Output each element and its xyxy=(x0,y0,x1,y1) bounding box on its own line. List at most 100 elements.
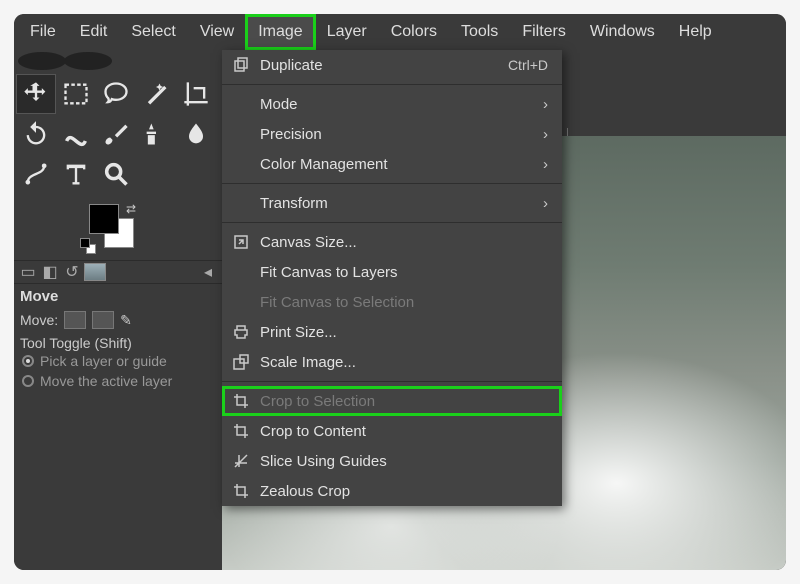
blank-icon xyxy=(232,194,250,212)
menu-filters[interactable]: Filters xyxy=(510,15,578,49)
blank-icon xyxy=(232,155,250,173)
toolbox-decor xyxy=(14,50,222,72)
menu-item-crop-to-selection: Crop to Selection xyxy=(222,386,562,416)
tab-menu-icon[interactable]: ◂ xyxy=(198,262,218,282)
menu-item-label: Transform xyxy=(260,195,533,212)
menu-item-canvas-size[interactable]: Canvas Size... xyxy=(222,227,562,257)
blank-icon xyxy=(232,263,250,281)
menu-item-mode[interactable]: Mode › xyxy=(222,89,562,119)
undo-history-tab-icon[interactable]: ↺ xyxy=(62,262,82,282)
left-panel: ⇄ ▭ ◧ ↺ ◂ Move Move: ✎ Tool Toggle (Shif… xyxy=(14,50,222,570)
menu-item-label: Zealous Crop xyxy=(260,483,548,500)
move-mode-path-button[interactable]: ✎ xyxy=(120,312,132,329)
submenu-arrow-icon: › xyxy=(543,156,548,173)
menu-edit[interactable]: Edit xyxy=(68,15,120,49)
app-frame: FileEditSelectViewImageLayerColorsToolsF… xyxy=(14,14,786,570)
submenu-arrow-icon: › xyxy=(543,96,548,113)
duplicate-icon xyxy=(232,56,250,74)
menu-item-label: Crop to Selection xyxy=(260,393,548,410)
move-mode-selection-button[interactable] xyxy=(92,311,114,329)
submenu-arrow-icon: › xyxy=(543,195,548,212)
menu-item-label: Slice Using Guides xyxy=(260,453,548,470)
tool-options-title: Move xyxy=(14,284,222,307)
smudge-tool[interactable] xyxy=(176,114,216,154)
menu-item-label: Duplicate xyxy=(260,57,498,74)
blank-icon xyxy=(232,125,250,143)
menu-item-precision[interactable]: Precision› xyxy=(222,119,562,149)
rotate-tool[interactable] xyxy=(16,114,56,154)
menu-item-scale-image[interactable]: Scale Image... xyxy=(222,347,562,377)
device-status-tab-icon[interactable]: ◧ xyxy=(40,262,60,282)
menu-item-slice-using-guides[interactable]: Slice Using Guides xyxy=(222,446,562,476)
menu-item-accel: Ctrl+D xyxy=(508,57,548,73)
tool-options-tab-icon[interactable]: ▭ xyxy=(18,262,38,282)
toolbox xyxy=(14,72,222,200)
paintbrush-tool[interactable] xyxy=(96,114,136,154)
canvas-size-icon xyxy=(232,233,250,251)
move-radio-1[interactable]: Move the active layer xyxy=(14,371,222,391)
radio-icon xyxy=(22,355,34,367)
menu-item-label: Fit Canvas to Selection xyxy=(260,294,548,311)
image-menu-dropdown: DuplicateCtrl+DMode›Precision›Color Mana… xyxy=(222,50,562,506)
scale-image-icon xyxy=(232,353,250,371)
tool-options-move-row: Move: ✎ xyxy=(14,307,222,333)
text-tool[interactable] xyxy=(56,154,96,194)
menu-view[interactable]: View xyxy=(188,15,246,49)
tool-toggle-label: Tool Toggle (Shift) xyxy=(14,333,222,351)
ruler-minor-tick xyxy=(567,128,568,136)
menu-item-crop-to-content[interactable]: Crop to Content xyxy=(222,416,562,446)
menu-item-transform[interactable]: Transform › xyxy=(222,188,562,218)
foreground-color-swatch[interactable] xyxy=(89,204,119,234)
menu-windows[interactable]: Windows xyxy=(578,15,667,49)
color-swatch-area: ⇄ xyxy=(14,200,222,260)
move-row-label: Move: xyxy=(20,312,58,328)
menu-item-label: Crop to Content xyxy=(260,423,548,440)
clone-tool[interactable] xyxy=(136,114,176,154)
menu-file[interactable]: File xyxy=(18,15,68,49)
crop-tool[interactable] xyxy=(176,74,216,114)
radio-label: Move the active layer xyxy=(40,373,172,389)
menu-item-label: Color Management xyxy=(260,156,533,173)
menu-item-label: Canvas Size... xyxy=(260,234,548,251)
move-mode-layer-button[interactable] xyxy=(64,311,86,329)
paths-tool[interactable] xyxy=(16,154,56,194)
menu-item-color-management[interactable]: Color Management › xyxy=(222,149,562,179)
menu-help[interactable]: Help xyxy=(667,15,724,49)
menu-layer[interactable]: Layer xyxy=(315,15,379,49)
blank-icon xyxy=(232,293,250,311)
menu-item-label: Mode xyxy=(260,96,533,113)
radio-icon xyxy=(22,375,34,387)
swap-colors-icon[interactable]: ⇄ xyxy=(126,202,136,216)
default-colors-icon[interactable] xyxy=(80,238,90,248)
menu-select[interactable]: Select xyxy=(119,15,187,49)
menu-colors[interactable]: Colors xyxy=(379,15,449,49)
menu-item-label: Print Size... xyxy=(260,324,548,341)
menu-item-fit-canvas-to-layers[interactable]: Fit Canvas to Layers xyxy=(222,257,562,287)
menu-item-label: Scale Image... xyxy=(260,354,548,371)
menu-image[interactable]: Image xyxy=(246,15,314,49)
menubar: FileEditSelectViewImageLayerColorsToolsF… xyxy=(14,14,786,50)
print-size-icon xyxy=(232,323,250,341)
zoom-tool[interactable] xyxy=(96,154,136,194)
menu-item-label: Fit Canvas to Layers xyxy=(260,264,548,281)
menu-item-zealous-crop[interactable]: Zealous Crop xyxy=(222,476,562,506)
menu-item-duplicate[interactable]: Duplicate Ctrl+D xyxy=(222,50,562,80)
move-tool[interactable] xyxy=(16,74,56,114)
dock-tabs: ▭ ◧ ↺ ◂ xyxy=(14,260,222,284)
menu-separator xyxy=(222,183,562,184)
warp-tool[interactable] xyxy=(56,114,96,154)
menu-tools[interactable]: Tools xyxy=(449,15,510,49)
menu-separator xyxy=(222,381,562,382)
crop-content-icon xyxy=(232,422,250,440)
images-tab-thumb[interactable] xyxy=(84,263,106,281)
zealous-crop-icon xyxy=(232,482,250,500)
move-radio-0[interactable]: Pick a layer or guide xyxy=(14,351,222,371)
crop-selection-icon xyxy=(232,392,250,410)
free-select-tool[interactable] xyxy=(96,74,136,114)
rectangle-select-tool[interactable] xyxy=(56,74,96,114)
fuzzy-select-tool[interactable] xyxy=(136,74,176,114)
blank-icon xyxy=(232,95,250,113)
menu-separator xyxy=(222,222,562,223)
slice-guides-icon xyxy=(232,452,250,470)
menu-item-print-size[interactable]: Print Size... xyxy=(222,317,562,347)
